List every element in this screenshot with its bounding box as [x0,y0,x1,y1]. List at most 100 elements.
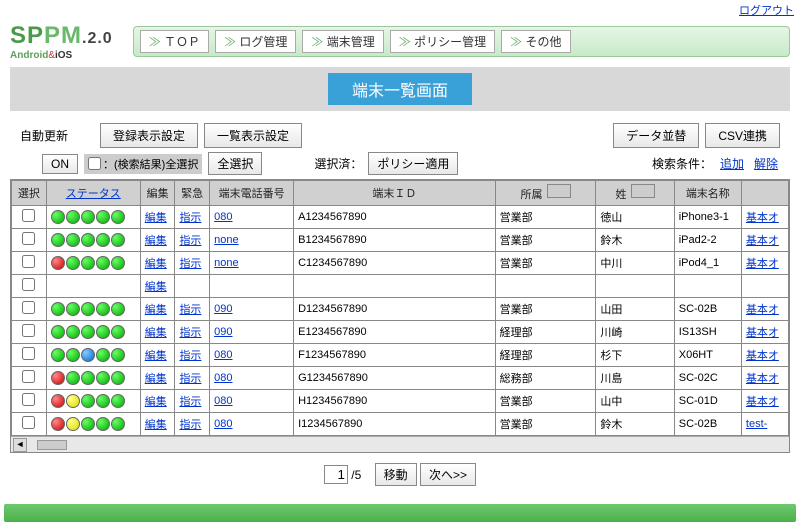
select-all-button[interactable]: 全選択 [208,152,262,175]
device-table-wrap: 選択 ステータス 編集 緊急 端末電話番号 端末ＩＤ 所属 姓 端末名称 編集指… [10,179,790,453]
list-display-button[interactable]: 一覧表示設定 [204,123,302,148]
page-input[interactable] [324,465,348,484]
row-checkbox[interactable] [22,232,35,245]
row-checkbox[interactable] [22,347,35,360]
basic-link[interactable]: 基本オ [746,258,779,270]
phone-link[interactable]: 080 [214,211,232,223]
urgent-link[interactable]: 指示 [179,419,201,431]
status-dot [96,348,110,362]
status-dot [96,302,110,316]
search-all-checkbox[interactable] [88,157,101,170]
scroll-thumb[interactable] [37,440,67,450]
cond-add-link[interactable]: 追加 [720,155,744,172]
nav-device[interactable]: 端末管理 [302,30,383,53]
row-checkbox[interactable] [22,416,35,429]
cond-remove-link[interactable]: 解除 [754,155,778,172]
phone-link[interactable]: 090 [214,303,232,315]
auto-refresh-label: 自動更新 [20,127,68,144]
status-dot [51,302,65,316]
phone-link[interactable]: 090 [214,326,232,338]
table-row: 編集指示080I1234567890営業部鈴木SC-02Btest- [12,413,789,436]
status-dot [66,417,80,431]
phone-link[interactable]: none [214,234,238,246]
urgent-link[interactable]: 指示 [179,258,201,270]
next-button[interactable]: 次へ>> [420,463,476,486]
basic-link[interactable]: 基本オ [746,235,779,247]
urgent-link[interactable]: 指示 [179,350,201,362]
logout-link[interactable]: ログアウト [739,5,794,17]
urgent-link[interactable]: 指示 [179,327,201,339]
basic-link[interactable]: 基本オ [746,327,779,339]
row-checkbox[interactable] [22,393,35,406]
urgent-link[interactable]: 指示 [179,396,201,408]
policy-apply-button[interactable]: ポリシー適用 [368,152,458,175]
on-button[interactable]: ON [42,154,78,174]
device-cell: SC-02B [674,298,741,321]
basic-link[interactable]: 基本オ [746,396,779,408]
horizontal-scrollbar[interactable]: ◄ [11,436,789,452]
basic-link[interactable]: 基本オ [746,350,779,362]
edit-link[interactable]: 編集 [145,281,167,293]
reg-display-button[interactable]: 登録表示設定 [100,123,198,148]
row-checkbox[interactable] [22,370,35,383]
edit-link[interactable]: 編集 [145,419,167,431]
data-sort-button[interactable]: データ並替 [613,123,699,148]
status-dot [81,325,95,339]
nav-log[interactable]: ログ管理 [215,30,296,53]
row-checkbox[interactable] [22,301,35,314]
edit-link[interactable]: 編集 [145,373,167,385]
device-cell: iPad2-2 [674,229,741,252]
phone-link[interactable]: 080 [214,395,232,407]
dept-cell: 経理部 [495,344,596,367]
urgent-link[interactable]: 指示 [179,373,201,385]
device-cell: IS13SH [674,321,741,344]
row-checkbox[interactable] [22,324,35,337]
basic-link[interactable]: test- [746,418,767,430]
dept-cell: 営業部 [495,390,596,413]
edit-link[interactable]: 編集 [145,304,167,316]
th-id: 端末ＩＤ [294,181,496,206]
name-cell: 川島 [596,367,674,390]
edit-link[interactable]: 編集 [145,212,167,224]
status-cell [51,233,136,247]
edit-link[interactable]: 編集 [145,327,167,339]
csv-button[interactable]: CSV連携 [705,123,780,148]
phone-link[interactable]: 080 [214,349,232,361]
search-all-checkbox-wrap[interactable]: ：(検索結果)全選択 [84,154,202,174]
phone-link[interactable]: 080 [214,372,232,384]
th-status[interactable]: ステータス [46,181,140,206]
edit-link[interactable]: 編集 [145,258,167,270]
urgent-link[interactable]: 指示 [179,212,201,224]
edit-link[interactable]: 編集 [145,396,167,408]
basic-link[interactable]: 基本オ [746,373,779,385]
device-cell: iPhone3-1 [674,206,741,229]
device-id-cell: D1234567890 [294,298,496,321]
urgent-link[interactable]: 指示 [179,304,201,316]
row-checkbox[interactable] [22,209,35,222]
status-dot [51,371,65,385]
row-checkbox[interactable] [22,278,35,291]
move-button[interactable]: 移動 [375,463,417,486]
basic-link[interactable]: 基本オ [746,212,779,224]
th-edit: 編集 [140,181,175,206]
table-row: 編集指示080A1234567890営業部徳山iPhone3-1基本オ [12,206,789,229]
phone-link[interactable]: 080 [214,418,232,430]
status-dot [51,256,65,270]
edit-link[interactable]: 編集 [145,235,167,247]
name-cell: 徳山 [596,206,674,229]
nav-policy[interactable]: ポリシー管理 [390,30,495,53]
nav-other[interactable]: その他 [501,30,570,53]
phone-link[interactable]: none [214,257,238,269]
scroll-left-icon[interactable]: ◄ [13,438,27,452]
nav-top[interactable]: ＴＯＰ [140,30,209,53]
status-dot [81,348,95,362]
dept-filter[interactable] [547,184,571,198]
row-checkbox[interactable] [22,255,35,268]
name-cell: 中川 [596,252,674,275]
name-filter[interactable] [631,184,655,198]
table-row: 編集指示noneB1234567890営業部鈴木iPad2-2基本オ [12,229,789,252]
urgent-link[interactable]: 指示 [179,235,201,247]
device-cell: SC-01D [674,390,741,413]
basic-link[interactable]: 基本オ [746,304,779,316]
edit-link[interactable]: 編集 [145,350,167,362]
